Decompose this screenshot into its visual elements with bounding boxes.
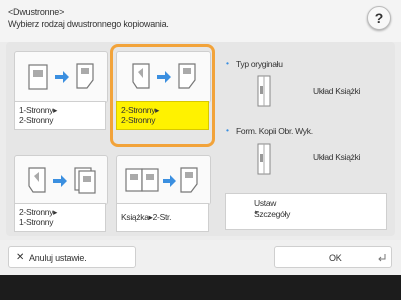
ok-button[interactable]: OK	[274, 246, 392, 268]
original-type-value: Układ Książki	[313, 86, 361, 96]
original-type-setting[interactable]: Układ Książki	[256, 74, 386, 114]
submenu-arrow-icon: ▸	[255, 209, 259, 216]
help-button[interactable]: ?	[367, 6, 391, 30]
option-2to1-tile[interactable]	[14, 155, 108, 205]
dialog-title: <Dwustronne>	[8, 7, 65, 17]
option-book-label[interactable]: Książka▸2-Str.	[116, 203, 209, 232]
copy-format-value: Układ Książki	[313, 152, 361, 162]
cancel-settings-label: Anuluj ustawie.	[29, 253, 87, 263]
close-icon: ✕	[16, 252, 25, 263]
copy-format-label: Form. Kopii Obr. Wyk.	[236, 126, 313, 136]
set-details-label: Ustaw Szczegóły	[254, 198, 291, 219]
copy-format-bullet: •	[226, 125, 229, 135]
cancel-settings-button[interactable]: ✕ Anuluj ustawie.	[8, 246, 136, 268]
book-layout-icon	[257, 75, 271, 107]
copy-format-setting[interactable]: Układ Książki	[256, 142, 386, 182]
header-bar: <Dwustronne> Wybierz rodzaj dwustronnego…	[0, 0, 401, 42]
option-book-tile[interactable]	[116, 155, 211, 205]
original-type-bullet: •	[226, 58, 229, 68]
original-type-label: Typ oryginału	[236, 59, 283, 69]
selection-frame	[110, 44, 215, 147]
simplex-to-duplex-icon	[28, 63, 94, 90]
option-1to2-tile[interactable]	[14, 51, 108, 103]
dialog-instruction: Wybierz rodzaj dwustronnego kopiowania.	[8, 19, 169, 29]
set-details-button[interactable]: Ustaw Szczegóły ▸	[225, 193, 387, 230]
enter-icon	[378, 254, 386, 262]
book-to-duplex-icon	[125, 167, 198, 193]
duplex-to-simplex-icon	[28, 167, 96, 194]
option-1to2-label[interactable]: 1-Stronny▸ 2-Stronny	[14, 101, 106, 130]
ok-label: OK	[329, 253, 342, 263]
option-2to1-label[interactable]: 2-Stronny▸ 1-Stronny	[14, 203, 106, 232]
book-layout-icon	[257, 143, 271, 175]
status-bar	[0, 275, 401, 300]
